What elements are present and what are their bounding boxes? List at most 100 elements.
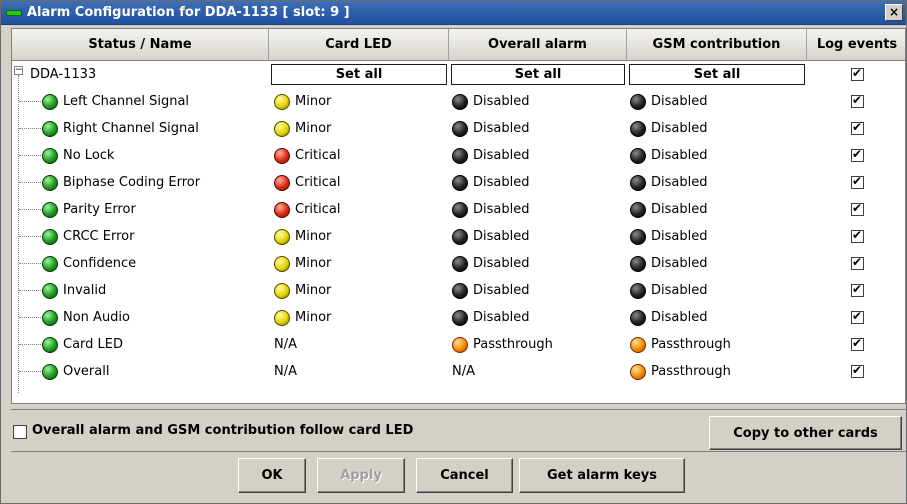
alarm-name-cell: Card LED <box>42 331 123 358</box>
card-led-cell[interactable]: N/A <box>274 331 297 358</box>
table-row: Parity Error Critical Disabled Disabled <box>12 196 905 223</box>
log-events-checkbox[interactable] <box>851 93 864 108</box>
overall-alarm-set-all-button[interactable]: Set all <box>451 64 625 85</box>
gsm-led-icon <box>630 363 646 380</box>
card-led-cell[interactable]: Minor <box>274 250 331 277</box>
gsm-set-all-button[interactable]: Set all <box>629 64 805 85</box>
get-alarm-keys-button[interactable]: Get alarm keys <box>519 458 685 493</box>
column-header-status-name[interactable]: Status / Name <box>12 29 269 61</box>
alarm-name: Invalid <box>63 283 107 298</box>
gsm-value: Disabled <box>651 310 708 325</box>
alarm-name-cell: Left Channel Signal <box>42 88 189 115</box>
overall-alarm-cell[interactable]: Disabled <box>452 169 529 196</box>
gsm-value: Disabled <box>651 229 708 244</box>
log-events-cell <box>851 358 864 385</box>
overall-alarm-cell[interactable]: Disabled <box>452 304 529 331</box>
log-events-checkbox[interactable] <box>851 201 864 216</box>
card-led-set-all-button[interactable]: Set all <box>271 64 447 85</box>
card-led-value: N/A <box>274 337 297 352</box>
card-led-cell[interactable]: Minor <box>274 88 331 115</box>
card-led-cell[interactable]: Minor <box>274 115 331 142</box>
tree-connector <box>19 317 41 318</box>
gsm-contribution-cell[interactable]: Disabled <box>630 304 707 331</box>
alarm-name: Biphase Coding Error <box>63 175 201 190</box>
alarm-name: Left Channel Signal <box>63 94 190 109</box>
card-led-cell[interactable]: Critical <box>274 196 340 223</box>
overall-alarm-cell[interactable]: N/A <box>452 358 475 385</box>
cancel-button[interactable]: Cancel <box>416 458 513 493</box>
ok-button[interactable]: OK <box>238 458 306 493</box>
gsm-contribution-cell[interactable]: Disabled <box>630 196 707 223</box>
root-row: − DDA-1133 Set all Set all Set all <box>12 61 905 88</box>
card-led-cell[interactable]: Critical <box>274 169 340 196</box>
gsm-contribution-cell[interactable]: Disabled <box>630 277 707 304</box>
status-led-icon <box>42 147 58 164</box>
gsm-contribution-cell[interactable]: Passthrough <box>630 331 731 358</box>
gsm-contribution-cell[interactable]: Disabled <box>630 115 707 142</box>
log-events-checkbox[interactable] <box>851 363 864 378</box>
gsm-value: Passthrough <box>651 364 731 379</box>
overall-alarm-led-icon <box>452 93 468 110</box>
log-events-checkbox[interactable] <box>851 309 864 324</box>
card-led-value: Critical <box>295 202 341 217</box>
card-led-cell[interactable]: Minor <box>274 277 331 304</box>
log-events-checkbox[interactable] <box>851 147 864 162</box>
overall-alarm-cell[interactable]: Disabled <box>452 223 529 250</box>
gsm-contribution-cell[interactable]: Disabled <box>630 88 707 115</box>
follow-card-led-checkbox[interactable] <box>13 425 27 439</box>
overall-alarm-cell[interactable]: Disabled <box>452 250 529 277</box>
card-led-cell[interactable]: N/A <box>274 358 297 385</box>
overall-alarm-value: Passthrough <box>473 337 553 352</box>
card-led-cell[interactable]: Minor <box>274 304 331 331</box>
table-row: Invalid Minor Disabled Disabled <box>12 277 905 304</box>
card-led-value: Minor <box>295 121 332 136</box>
overall-alarm-cell[interactable]: Disabled <box>452 115 529 142</box>
column-header-log-events[interactable]: Log events <box>807 29 905 61</box>
root-log-events-checkbox[interactable] <box>851 66 864 81</box>
table-row: Biphase Coding Error Critical Disabled Disa… <box>12 169 905 196</box>
card-led-cell[interactable]: Critical <box>274 142 340 169</box>
gsm-led-icon <box>630 282 646 299</box>
overall-alarm-value: Disabled <box>473 256 530 271</box>
gsm-led-icon <box>630 147 646 164</box>
status-led-icon <box>42 309 58 326</box>
column-header-card-led[interactable]: Card LED <box>269 29 449 61</box>
log-events-checkbox[interactable] <box>851 255 864 270</box>
tree-connector <box>19 128 41 129</box>
gsm-led-icon <box>630 255 646 272</box>
gsm-contribution-cell[interactable]: Disabled <box>630 250 707 277</box>
title-bar[interactable]: Alarm Configuration for DDA-1133 [ slot:… <box>1 1 906 25</box>
log-events-cell <box>851 250 864 277</box>
overall-alarm-led-icon <box>452 147 468 164</box>
card-led-cell[interactable]: Minor <box>274 223 331 250</box>
gsm-contribution-cell[interactable]: Disabled <box>630 169 707 196</box>
gsm-led-icon <box>630 174 646 191</box>
overall-alarm-value: Disabled <box>473 202 530 217</box>
overall-alarm-cell[interactable]: Passthrough <box>452 331 553 358</box>
copy-to-other-cards-button[interactable]: Copy to other cards <box>709 416 902 450</box>
column-header-gsm-contribution[interactable]: GSM contribution <box>627 29 807 61</box>
overall-alarm-cell[interactable]: Disabled <box>452 277 529 304</box>
log-events-cell <box>851 142 864 169</box>
overall-alarm-led-icon <box>452 201 468 218</box>
log-events-checkbox[interactable] <box>851 120 864 135</box>
close-button[interactable]: × <box>885 4 903 21</box>
overall-alarm-cell[interactable]: Disabled <box>452 88 529 115</box>
gsm-contribution-cell[interactable]: Disabled <box>630 142 707 169</box>
card-led-value: Minor <box>295 310 332 325</box>
gsm-contribution-cell[interactable]: Passthrough <box>630 358 731 385</box>
log-events-checkbox[interactable] <box>851 228 864 243</box>
overall-alarm-cell[interactable]: Disabled <box>452 142 529 169</box>
status-led-icon <box>42 336 58 353</box>
gsm-contribution-cell[interactable]: Disabled <box>630 223 707 250</box>
log-events-checkbox[interactable] <box>851 174 864 189</box>
collapse-expander-icon[interactable]: − <box>14 66 23 75</box>
alarm-config-window: Alarm Configuration for DDA-1133 [ slot:… <box>0 0 907 504</box>
overall-alarm-cell[interactable]: Disabled <box>452 196 529 223</box>
column-header-overall-alarm[interactable]: Overall alarm <box>449 29 627 61</box>
alarm-name-cell: Invalid <box>42 277 106 304</box>
apply-button[interactable]: Apply <box>317 458 405 493</box>
tree-connector <box>19 209 41 210</box>
log-events-checkbox[interactable] <box>851 336 864 351</box>
log-events-checkbox[interactable] <box>851 282 864 297</box>
